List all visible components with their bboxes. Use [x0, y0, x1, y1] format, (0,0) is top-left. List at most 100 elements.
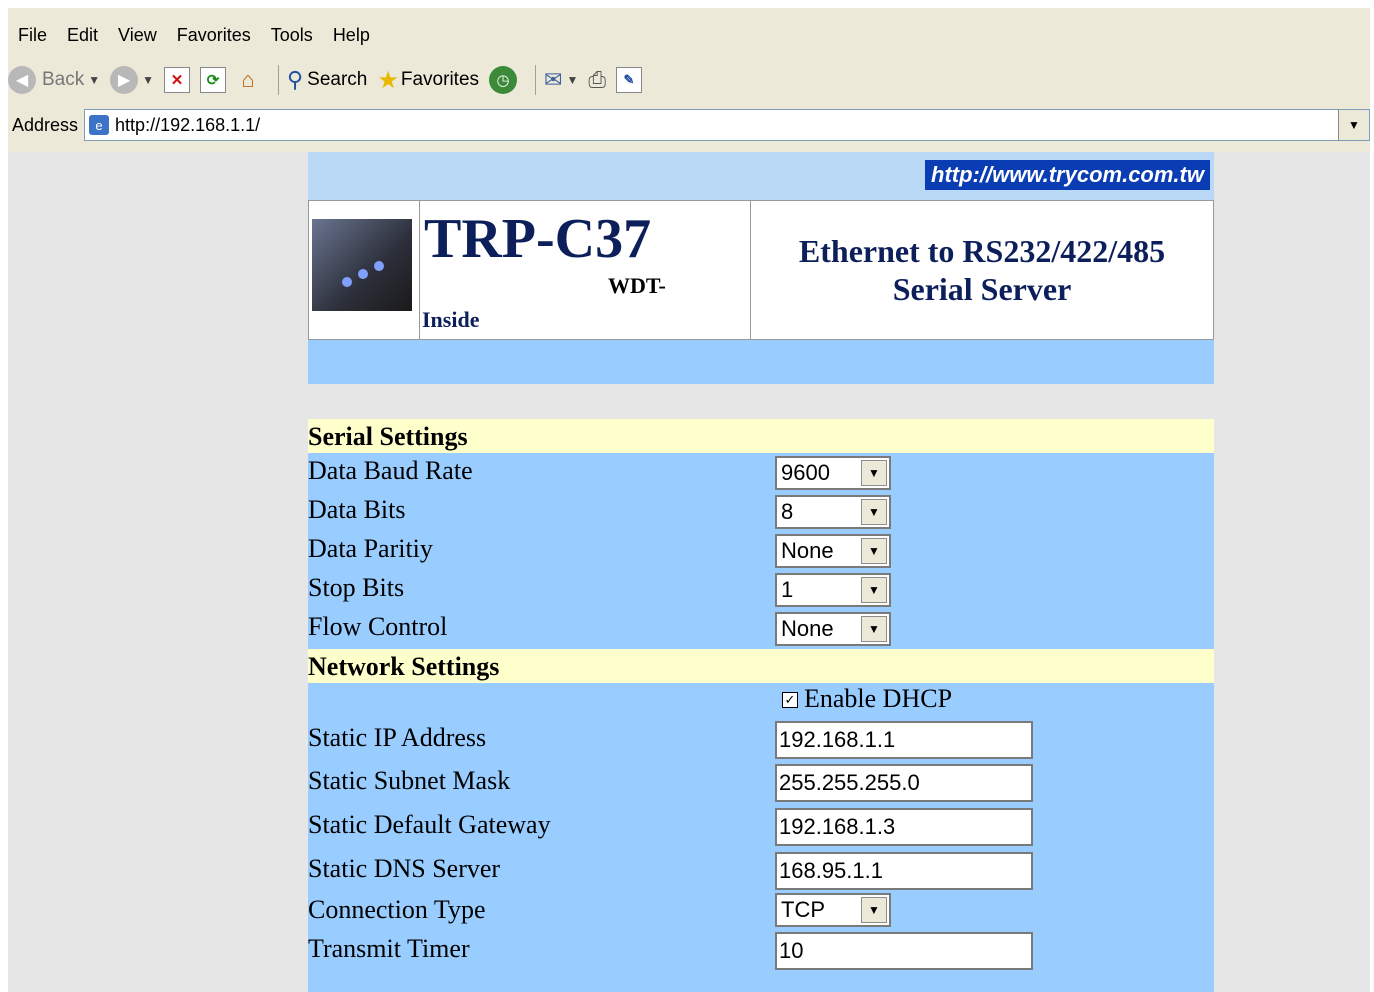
mask-input[interactable]: 255.255.255.0: [775, 764, 1033, 802]
gateway-label: Static Default Gateway: [308, 810, 551, 839]
baud-rate-row: Data Baud Rate 9600 ▼: [308, 454, 1214, 492]
address-bar: Address e http://192.168.1.1/ ▼: [8, 108, 1370, 142]
back-label: Back: [42, 69, 85, 90]
forward-arrow-icon: ▶: [110, 66, 139, 94]
edit-icon[interactable]: ✎: [615, 67, 642, 93]
stop-icon[interactable]: ✕: [164, 67, 191, 93]
back-button[interactable]: ◀ Back ▼: [8, 66, 100, 94]
home-icon[interactable]: ⌂: [236, 67, 260, 92]
parity-row: Data Paritiy None ▼: [308, 532, 1214, 570]
wdt-label: WDT-: [608, 273, 666, 298]
stop-bits-label: Stop Bits: [308, 573, 405, 602]
site-link[interactable]: http://www.trycom.com.tw: [925, 160, 1210, 190]
data-bits-value: 8: [781, 499, 794, 524]
connection-type-row: Connection Type TCP ▼: [308, 893, 1214, 931]
gateway-row: Static Default Gateway 192.168.1.3: [308, 806, 1214, 848]
top-strip: http://www.trycom.com.tw: [308, 152, 1214, 200]
parity-select[interactable]: None ▼: [775, 534, 891, 568]
ip-label: Static IP Address: [308, 723, 487, 752]
menu-help[interactable]: Help: [323, 25, 380, 46]
search-label: Search: [307, 69, 368, 90]
connection-type-label: Connection Type: [308, 895, 486, 924]
ip-input[interactable]: 192.168.1.1: [775, 721, 1033, 759]
baud-rate-select[interactable]: 9600 ▼: [775, 456, 891, 490]
mail-button[interactable]: ✉ ▼: [544, 67, 578, 93]
toolbar-separator: [535, 65, 537, 95]
parity-label: Data Paritiy: [308, 534, 433, 563]
led-icon: [374, 261, 384, 271]
model-name: TRP-C37: [424, 208, 652, 270]
serial-settings-heading: Serial Settings: [308, 419, 1214, 453]
parity-value: None: [781, 538, 834, 563]
description-line2: Serial Server: [892, 271, 1072, 307]
favorites-label: Favorites: [400, 69, 480, 90]
dns-input[interactable]: 168.95.1.1: [775, 852, 1033, 890]
gateway-input[interactable]: 192.168.1.3: [775, 808, 1033, 846]
page-content: http://www.trycom.com.tw TRP-C37 WDT- In…: [8, 152, 1370, 992]
dns-row: Static DNS Server 168.95.1.1: [308, 850, 1214, 892]
transmit-timer-label: Transmit Timer: [308, 934, 470, 963]
menu-tools[interactable]: Tools: [261, 25, 323, 46]
search-icon: ⚲: [287, 67, 304, 92]
led-icon: [342, 277, 352, 287]
dns-label: Static DNS Server: [308, 854, 501, 883]
baud-rate-label: Data Baud Rate: [308, 456, 473, 485]
chevron-down-icon[interactable]: ▼: [861, 577, 887, 603]
history-icon[interactable]: ◷: [489, 66, 518, 94]
refresh-icon[interactable]: ⟳: [200, 67, 227, 93]
stop-bits-value: 1: [781, 577, 794, 602]
toolbar-separator: [278, 65, 280, 95]
address-label: Address: [12, 114, 79, 135]
toolbar: ◀ Back ▼ ▶ ▼ ✕ ⟳ ⌂ ⚲ Search ★ Favorites …: [8, 60, 1370, 100]
forward-button[interactable]: ▶ ▼: [110, 66, 154, 94]
transmit-timer-input[interactable]: 10: [775, 932, 1033, 970]
data-bits-row: Data Bits 8 ▼: [308, 493, 1214, 531]
dhcp-label: Enable DHCP: [804, 684, 953, 713]
chevron-down-icon[interactable]: ▼: [861, 499, 887, 525]
flow-control-row: Flow Control None ▼: [308, 610, 1214, 648]
search-button[interactable]: ⚲ Search: [287, 67, 367, 93]
back-arrow-icon: ◀: [8, 66, 36, 94]
chevron-down-icon[interactable]: ▼: [861, 616, 887, 642]
print-icon[interactable]: ⎙: [588, 67, 606, 93]
stop-bits-select[interactable]: 1 ▼: [775, 573, 891, 607]
menu-file[interactable]: File: [8, 25, 57, 46]
dhcp-row: ✓ Enable DHCP: [308, 684, 1214, 718]
flow-control-select[interactable]: None ▼: [775, 612, 891, 646]
forward-dropdown-icon[interactable]: ▼: [142, 73, 154, 87]
address-url: http://192.168.1.1/: [115, 114, 261, 135]
browser-window: File Edit View Favorites Tools Help ◀ Ba…: [8, 8, 1370, 992]
connection-type-value: TCP: [781, 897, 825, 922]
description-cell: Ethernet to RS232/422/485 Serial Server: [751, 200, 1214, 340]
inside-label: Inside: [422, 307, 480, 332]
menu-bar: File Edit View Favorites Tools Help: [8, 22, 1370, 48]
favorites-button[interactable]: ★ Favorites: [377, 66, 479, 95]
dhcp-checkbox[interactable]: ✓: [782, 692, 798, 708]
mail-icon: ✉: [544, 67, 563, 92]
connection-type-select[interactable]: TCP ▼: [775, 893, 891, 927]
mail-dropdown-icon[interactable]: ▼: [566, 73, 578, 87]
chevron-down-icon[interactable]: ▼: [861, 897, 887, 923]
star-icon: ★: [377, 66, 399, 94]
menu-view[interactable]: View: [108, 25, 167, 46]
flow-control-value: None: [781, 616, 834, 641]
led-icon: [358, 269, 368, 279]
menu-edit[interactable]: Edit: [57, 25, 108, 46]
network-settings-heading: Network Settings: [308, 649, 1214, 683]
gap-strip: [308, 384, 1214, 419]
back-dropdown-icon[interactable]: ▼: [88, 73, 100, 87]
model-cell: TRP-C37 WDT- Inside: [420, 200, 751, 340]
address-input[interactable]: e http://192.168.1.1/ ▼: [84, 109, 1370, 141]
chevron-down-icon[interactable]: ▼: [861, 460, 887, 486]
address-dropdown-icon[interactable]: ▼: [1338, 110, 1369, 140]
mask-label: Static Subnet Mask: [308, 766, 511, 795]
flow-control-label: Flow Control: [308, 612, 448, 641]
product-image: [308, 200, 420, 340]
chevron-down-icon[interactable]: ▼: [861, 538, 887, 564]
menu-favorites[interactable]: Favorites: [167, 25, 261, 46]
ip-row: Static IP Address 192.168.1.1: [308, 719, 1214, 761]
description-line1: Ethernet to RS232/422/485: [798, 233, 1166, 269]
product-banner: TRP-C37 WDT- Inside Ethernet to RS232/42…: [308, 200, 1214, 340]
data-bits-select[interactable]: 8 ▼: [775, 495, 891, 529]
data-bits-label: Data Bits: [308, 495, 406, 524]
